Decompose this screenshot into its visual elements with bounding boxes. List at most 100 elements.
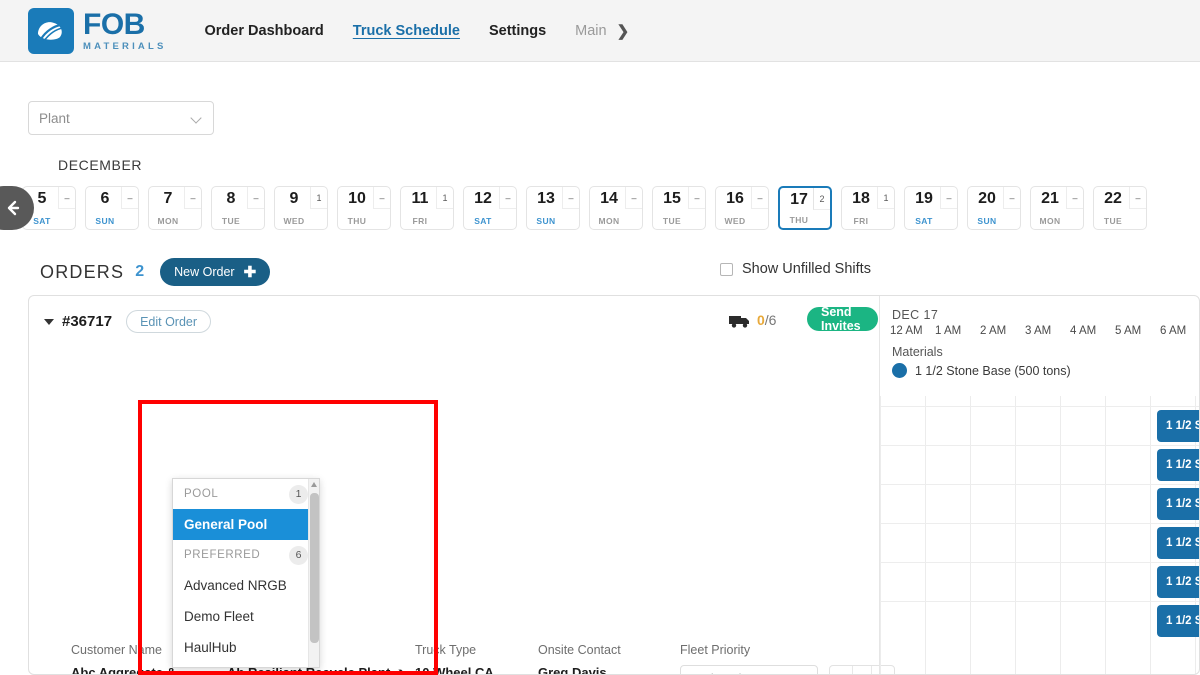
date-number: 7 xyxy=(163,190,173,207)
field-truck-type: Truck Type 10 Wheel CA, Super 10 xyxy=(415,643,525,674)
nav-settings[interactable]: Settings xyxy=(489,23,546,39)
group-count-badge: 6 xyxy=(289,545,308,565)
date-badge: – xyxy=(625,187,642,209)
date-weekday: THU xyxy=(347,216,367,226)
date-card-19[interactable]: 19 SAT – xyxy=(904,186,958,230)
date-card-7[interactable]: 7 MON – xyxy=(148,186,202,230)
date-badge: 1 xyxy=(877,187,894,209)
date-badge: – xyxy=(940,187,957,209)
date-badge: – xyxy=(562,187,579,209)
date-number: 11 xyxy=(411,190,429,207)
new-order-label: New Order xyxy=(174,265,235,279)
scrollbar-thumb[interactable] xyxy=(310,493,319,643)
material-legend-item: 1 1/2 Stone Base (500 tons) xyxy=(892,363,1071,378)
edit-order-button[interactable]: Edit Order xyxy=(126,310,212,333)
orders-title: ORDERS xyxy=(40,261,125,282)
date-number: 6 xyxy=(100,190,110,207)
dropdown-scrollbar[interactable] xyxy=(308,479,319,667)
date-weekday: FRI xyxy=(412,216,428,226)
date-card-20[interactable]: 20 SUN – xyxy=(967,186,1021,230)
dropdown-option[interactable]: General Pool xyxy=(173,509,319,540)
show-unfilled-shifts-toggle[interactable]: Show Unfilled Shifts xyxy=(720,261,871,277)
date-badge: – xyxy=(58,187,75,209)
nav-main[interactable]: Main xyxy=(575,23,606,39)
date-badge: – xyxy=(121,187,138,209)
material-block[interactable]: 1 1/2 S... xyxy=(1157,410,1199,442)
priority-decrement-button[interactable]: − xyxy=(830,666,852,674)
material-block[interactable]: 1 1/2 S... xyxy=(1157,488,1199,520)
date-number: 16 xyxy=(726,190,744,207)
date-card-22[interactable]: 22 TUE – xyxy=(1093,186,1147,230)
date-card-21[interactable]: 21 MON – xyxy=(1030,186,1084,230)
date-badge: – xyxy=(1003,187,1020,209)
material-name: 1 1/2 Stone Base (500 tons) xyxy=(915,363,1071,378)
date-number: 21 xyxy=(1041,190,1059,207)
date-number: 18 xyxy=(852,190,870,207)
scroll-up-arrow-icon[interactable] xyxy=(311,482,317,487)
fleet-priority-select[interactable]: Assign Fleet xyxy=(680,665,818,674)
checkbox-icon[interactable] xyxy=(720,262,733,276)
material-block[interactable]: 1 1/2 S... xyxy=(1157,605,1199,637)
dropdown-option[interactable]: Demo Fleet xyxy=(173,601,319,632)
plant-filter-placeholder: Plant xyxy=(39,110,70,126)
app-header: FOB MATERIALS Order Dashboard Truck Sche… xyxy=(0,0,1200,62)
date-card-13[interactable]: 13 SUN – xyxy=(526,186,580,230)
plus-icon: ✚ xyxy=(243,264,257,281)
nav-truck-schedule[interactable]: Truck Schedule xyxy=(353,23,460,39)
dropdown-option[interactable]: HaulHub xyxy=(173,632,319,663)
date-card-18[interactable]: 18 FRI 1 xyxy=(841,186,895,230)
field-onsite-contact: Onsite Contact Greg Davis xyxy=(538,643,668,674)
material-block[interactable]: 1 1/2 S... xyxy=(1157,566,1199,598)
material-block[interactable]: 1 1/2 S... xyxy=(1157,449,1199,481)
date-card-16[interactable]: 16 WED – xyxy=(715,186,769,230)
date-weekday: MON xyxy=(157,216,179,226)
new-order-button[interactable]: New Order ✚ xyxy=(160,258,271,286)
date-card-9[interactable]: 9 WED 1 xyxy=(274,186,328,230)
nav-order-dashboard[interactable]: Order Dashboard xyxy=(205,23,324,39)
timeline-row: 1 1/2 S... xyxy=(880,445,1199,484)
date-card-17[interactable]: 17 THU 2 xyxy=(778,186,832,230)
date-card-10[interactable]: 10 THU – xyxy=(337,186,391,230)
plant-filter-select[interactable]: Plant xyxy=(28,101,214,135)
date-card-6[interactable]: 6 SUN – xyxy=(85,186,139,230)
date-badge: – xyxy=(184,187,201,209)
timeline-hour-label: 2 AM xyxy=(980,325,1007,337)
date-badge: – xyxy=(751,187,768,209)
date-card-12[interactable]: 12 SAT – xyxy=(463,186,517,230)
order-id: #36717 xyxy=(62,313,113,330)
timeline-date: DEC 17 xyxy=(892,308,939,322)
date-card-14[interactable]: 14 MON – xyxy=(589,186,643,230)
group-label: PREFERRED xyxy=(184,549,261,561)
send-invites-button[interactable]: Send Invites xyxy=(807,305,878,333)
date-card-11[interactable]: 11 FRI 1 xyxy=(400,186,454,230)
date-badge: 2 xyxy=(813,188,830,210)
date-weekday: SUN xyxy=(536,216,556,226)
date-badge: – xyxy=(247,187,264,209)
date-number: 15 xyxy=(663,190,681,207)
date-badge: – xyxy=(373,187,390,209)
chevron-right-icon[interactable]: ❯ xyxy=(617,22,630,40)
timeline-hour-label: 1 AM xyxy=(935,325,962,337)
material-block[interactable]: 1 1/2 S... xyxy=(1157,527,1199,559)
order-card-left: #36717 Edit Order 0 /6 Send Invites Cust… xyxy=(29,296,895,674)
dropdown-group-header: PREFERRED 6 xyxy=(173,540,319,570)
date-card-15[interactable]: 15 TUE – xyxy=(652,186,706,230)
date-weekday: MON xyxy=(598,216,620,226)
timeline-row: 1 1/2 S... xyxy=(880,406,1199,445)
date-number: 14 xyxy=(600,190,618,207)
date-weekday: TUE xyxy=(662,216,682,226)
dropdown-option[interactable]: Advanced NRGB xyxy=(173,570,319,601)
group-label: POOL xyxy=(184,488,219,500)
fleet-dropdown-menu[interactable]: POOL 1 General Pool PREFERRED 6 Advanced NRGB… xyxy=(172,478,320,668)
timeline-rows: 1 1/2 S... 1 1/2 S... 1 1/2 S... 1 1/2 S...… xyxy=(880,406,1199,640)
timeline-hour-labels: 12 AM 1 AM 2 AM 3 AM 4 AM 5 AM 6 AM xyxy=(880,325,1199,345)
brand-logo[interactable]: FOB MATERIALS xyxy=(28,7,167,54)
date-card-8[interactable]: 8 TUE – xyxy=(211,186,265,230)
logo-subtitle: MATERIALS xyxy=(83,40,167,52)
date-badge: – xyxy=(499,187,516,209)
collapse-triangle-icon[interactable] xyxy=(44,318,54,325)
orders-count: 2 xyxy=(135,263,145,280)
timeline-hour-label: 6 AM xyxy=(1160,325,1187,337)
material-color-dot-icon xyxy=(892,363,907,378)
logo-title: FOB xyxy=(83,7,145,41)
